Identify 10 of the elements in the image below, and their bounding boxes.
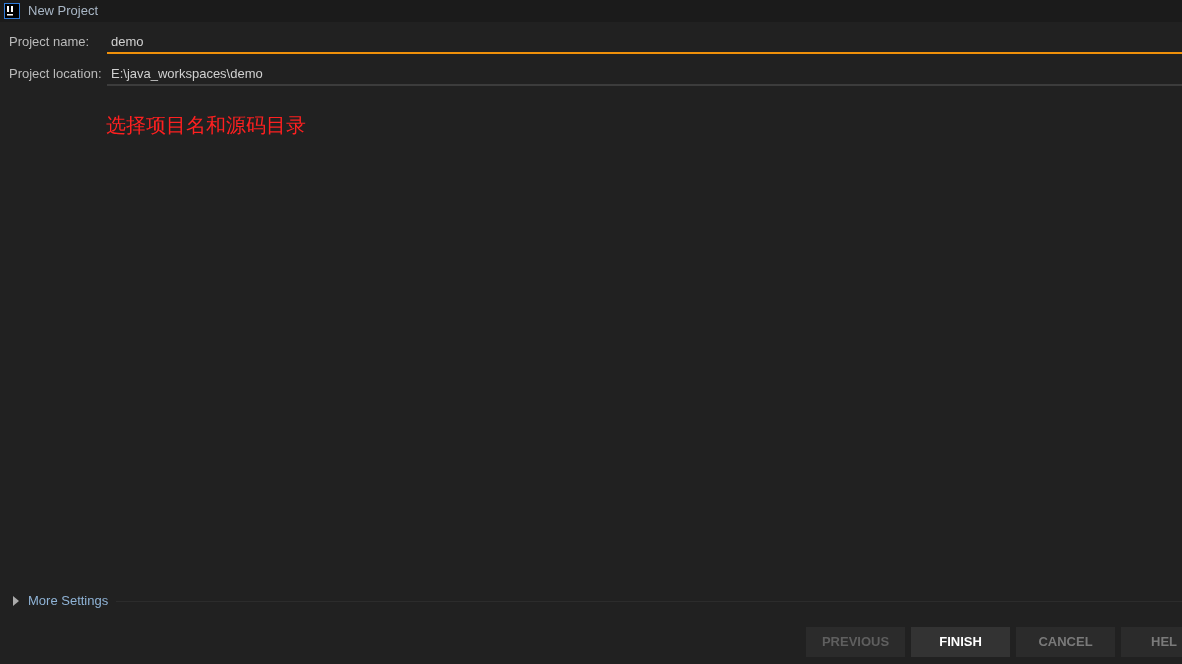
field-label: Project name:	[8, 33, 91, 52]
window-title: New Project	[28, 2, 99, 21]
dialog-button[interactable]: FINISH	[911, 627, 1010, 657]
field-label: Project location:	[8, 65, 103, 84]
expand-triangle-icon	[12, 596, 20, 606]
more-settings-toggle[interactable]: More Settings	[12, 591, 109, 611]
app-logo-icon	[4, 3, 20, 19]
annotation-text: 选择项目名和源码目录	[106, 114, 306, 136]
text-field[interactable]: E:\java_workspaces\demo	[107, 62, 1182, 86]
text-field[interactable]: demo	[107, 30, 1182, 54]
